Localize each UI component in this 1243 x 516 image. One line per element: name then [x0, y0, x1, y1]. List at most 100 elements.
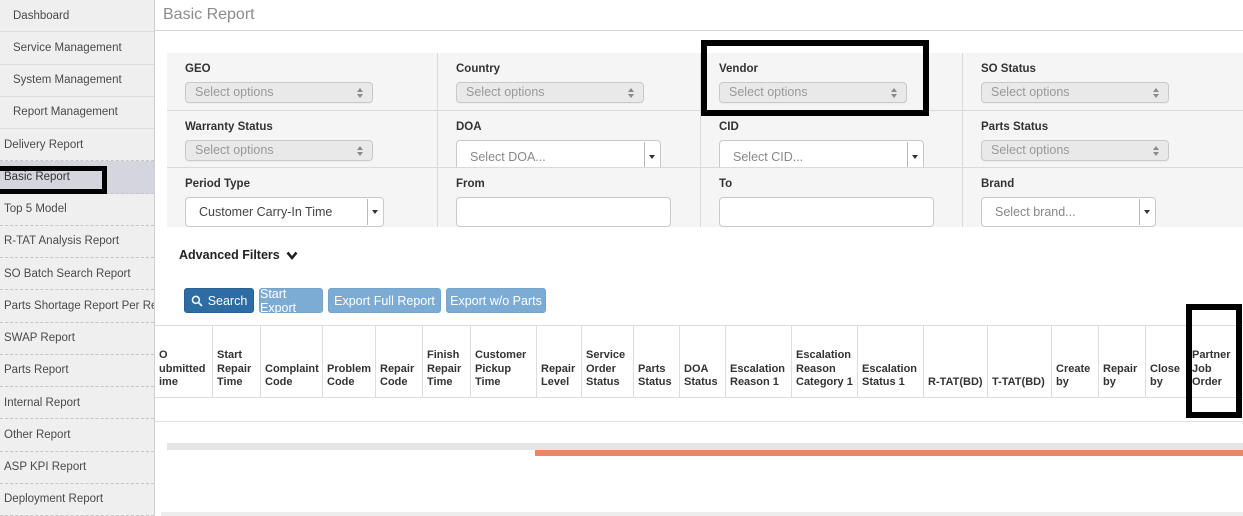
country-multiselect-value: Select options [466, 85, 545, 99]
sidebar-item-label: R-TAT Analysis Report [4, 235, 119, 247]
filter-cell-so-status: SO Status Select options [963, 53, 1243, 110]
col-repair-code: Repair Code [376, 326, 423, 397]
geo-multiselect[interactable]: Select options [185, 82, 373, 103]
sidebar-item-swap-report[interactable]: SWAP Report [0, 323, 154, 355]
parts-status-multiselect[interactable]: Select options [981, 140, 1169, 161]
sidebar-item-service-management[interactable]: Service Management [0, 32, 154, 64]
sidebar-item-label: Parts Shortage Report Per Repa [4, 300, 154, 312]
country-multiselect[interactable]: Select options [456, 82, 644, 103]
cid-select-value: Select CID... [733, 150, 803, 164]
bottom-edge-strip [161, 512, 1243, 516]
chevron-down-icon [1139, 199, 1154, 225]
warranty-status-multiselect-value: Select options [195, 143, 274, 157]
brand-select[interactable]: Select brand... [981, 197, 1156, 227]
to-label: To [719, 178, 944, 190]
filter-cell-from: From [438, 168, 700, 227]
from-input[interactable] [456, 197, 671, 227]
caret-updown-icon [1153, 88, 1160, 98]
export-wo-parts-label: Export w/o Parts [450, 294, 542, 308]
horizontal-scrollbar[interactable] [167, 443, 1243, 450]
sidebar-item-label: Other Report [4, 429, 70, 441]
sidebar-item-so-batch-search-report[interactable]: SO Batch Search Report [0, 258, 154, 290]
search-button[interactable]: Search [184, 288, 254, 313]
start-export-label: Start Export [260, 287, 322, 315]
col-escalation-reason-1: Escalation Reason 1 [726, 326, 792, 397]
sidebar-item-label: Parts Report [4, 364, 69, 376]
from-label: From [456, 178, 682, 190]
warranty-status-label: Warranty Status [185, 121, 419, 133]
filter-cell-to: To [701, 168, 962, 227]
sidebar-item-dashboard[interactable]: Dashboard [0, 0, 154, 32]
empty-table-row [155, 398, 1243, 422]
filter-cell-warranty-status: Warranty Status Select options [167, 111, 437, 167]
annotation-box-partner-job-order [1186, 304, 1242, 418]
sidebar-item-rtat-analysis-report[interactable]: R-TAT Analysis Report [0, 226, 154, 258]
col-parts-status: Parts Status [634, 326, 680, 397]
export-full-report-button[interactable]: Export Full Report [328, 288, 441, 313]
caret-updown-icon [628, 88, 635, 98]
doa-select-value: Select DOA... [470, 150, 546, 164]
sidebar-item-deployment-report[interactable]: Deployment Report [0, 484, 154, 516]
so-status-multiselect[interactable]: Select options [981, 82, 1169, 103]
sidebar-item-parts-shortage-report[interactable]: Parts Shortage Report Per Repa [0, 290, 154, 322]
sidebar-item-label: ASP KPI Report [4, 461, 86, 473]
chevron-down-icon [644, 142, 659, 167]
caret-updown-icon [1153, 146, 1160, 156]
col-repair-by: Repair by [1099, 326, 1146, 397]
so-status-label: SO Status [981, 63, 1225, 75]
sidebar-item-label: Dashboard [13, 10, 69, 22]
col-close-by: Close by [1146, 326, 1188, 397]
parts-status-multiselect-value: Select options [991, 143, 1070, 157]
advanced-filters-toggle[interactable]: Advanced Filters [179, 248, 298, 262]
col-complaint-code: Complaint Code [261, 326, 323, 397]
title-divider [155, 30, 1243, 31]
export-full-report-label: Export Full Report [334, 294, 435, 308]
so-status-multiselect-value: Select options [991, 85, 1070, 99]
filter-cell-doa: DOA Select DOA... [438, 111, 700, 167]
filter-cell-country: Country Select options [438, 53, 700, 110]
sidebar-item-other-report[interactable]: Other Report [0, 419, 154, 451]
search-icon [191, 295, 203, 307]
doa-select[interactable]: Select DOA... [456, 140, 661, 167]
sidebar-item-label: SWAP Report [4, 332, 75, 344]
sidebar-item-delivery-report[interactable]: Delivery Report [0, 129, 154, 161]
warranty-status-multiselect[interactable]: Select options [185, 140, 373, 161]
sidebar: Dashboard Service Management System Mana… [0, 0, 155, 516]
sidebar-item-report-management[interactable]: Report Management [0, 97, 154, 129]
period-type-select[interactable]: Customer Carry-In Time [185, 197, 384, 227]
sidebar-item-label: Delivery Report [4, 139, 83, 151]
col-escalation-reason-category-1: Escalation Reason Category 1 [792, 326, 858, 397]
col-finish-repair-time: Finish Repair Time [423, 326, 471, 397]
col-repair-level: Repair Level [537, 326, 582, 397]
toolbar: Search Start Export Export Full Report E… [184, 288, 546, 313]
col-customer-pickup-time: Customer Pickup Time [471, 326, 537, 397]
sidebar-item-system-management[interactable]: System Management [0, 65, 154, 97]
filter-cell-brand: Brand Select brand... [963, 168, 1243, 227]
col-doa-status: DOA Status [680, 326, 726, 397]
brand-label: Brand [981, 178, 1225, 190]
sidebar-item-label: SO Batch Search Report [4, 268, 131, 280]
advanced-filters-label: Advanced Filters [179, 248, 280, 262]
export-wo-parts-button[interactable]: Export w/o Parts [446, 288, 546, 313]
sidebar-item-internal-report[interactable]: Internal Report [0, 387, 154, 419]
start-export-button[interactable]: Start Export [259, 288, 323, 313]
sidebar-item-label: Internal Report [4, 397, 80, 409]
filter-cell-cid: CID Select CID... [701, 111, 962, 167]
geo-multiselect-value: Select options [195, 85, 274, 99]
sidebar-item-label: System Management [13, 74, 122, 86]
col-so-submitted-time: O ubmitted ime [155, 326, 213, 397]
doa-label: DOA [456, 121, 682, 133]
sidebar-item-parts-report[interactable]: Parts Report [0, 355, 154, 387]
orange-progress-bar [535, 450, 1243, 456]
filter-cell-parts-status: Parts Status Select options [963, 111, 1243, 167]
period-type-label: Period Type [185, 178, 419, 190]
sidebar-item-asp-kpi-report[interactable]: ASP KPI Report [0, 452, 154, 484]
caret-updown-icon [357, 88, 364, 98]
chevron-down-icon [907, 142, 922, 167]
report-table-header: O ubmitted ime Start Repair Time Complai… [155, 325, 1243, 398]
parts-status-label: Parts Status [981, 121, 1225, 133]
sidebar-item-top-5-model[interactable]: Top 5 Model [0, 194, 154, 226]
sidebar-item-label: Service Management [13, 42, 122, 54]
to-input[interactable] [719, 197, 934, 227]
cid-select[interactable]: Select CID... [719, 140, 924, 167]
